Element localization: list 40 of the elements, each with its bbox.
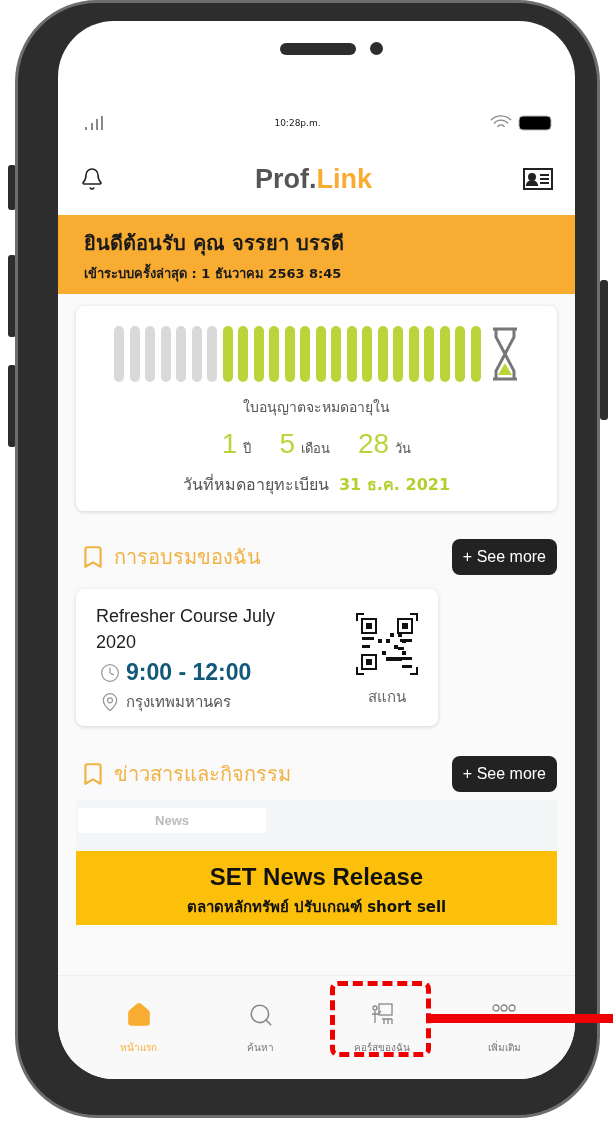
camera-dot [370,42,383,55]
welcome-title: ยินดีต้อนรับ คุณ จรรยา บรรดี [84,230,345,258]
section-title: ข่าวสารและกิจกรรม [114,761,291,789]
id-card-icon[interactable] [523,168,553,190]
scan-label: สแกน [368,687,406,708]
expiry-label: วันที่หมดอายุทะเบียน [182,473,329,497]
home-icon [125,1002,152,1028]
tab-bar-item[interactable]: เพิ่มเติม [459,1002,550,1055]
remaining-unit: วัน [395,440,412,458]
status-time: 10:28p.m. [274,118,321,128]
signal-icon [84,116,106,130]
course-location: กรุงเทพมหานคร [126,692,231,714]
clock-icon [100,662,120,683]
remaining-unit: ปี [243,440,252,458]
expiry-caption: ใบอนุญาตจะหมดอายุใน [243,398,390,418]
news-headline: SET News Release [209,863,424,892]
more-icon [491,1004,518,1012]
tab-bar-item[interactable]: คอร์สของฉัน [337,1002,428,1055]
course-time: 9:00 - 12:00 [126,659,252,687]
course-name: Refresher Course July 2020 [96,605,277,655]
remaining-unit: เดือน [301,440,330,458]
hourglass-icon [490,327,519,381]
section-title: การอบรมของฉัน [114,544,261,571]
search-icon [247,1002,274,1028]
qr-code-icon[interactable] [356,613,418,675]
wifi-battery-icon [489,114,553,132]
see-more-button[interactable]: + See more [451,756,557,793]
last-login-text: เข้าระบบครั้งล่าสุด : 1 ธันวาคม 2563 8:45 [84,263,549,284]
remaining-value: 28 [358,428,390,460]
news-card[interactable]: News SET News Release ตลาดหลักทรัพย์ ปรับเกณฑ์ short sell [76,800,557,926]
location-pin-icon [100,692,120,713]
app-logo: Prof.Link [255,163,372,195]
notification-bell-icon[interactable] [80,167,104,191]
tab-bar-item[interactable]: ค้นหา [215,1002,306,1055]
news-subline: ตลาดหลักทรัพย์ ปรับเกณฑ์ short sell [186,897,447,919]
see-more-button[interactable]: + See more [451,539,557,575]
course-card[interactable]: Refresher Course July 2020 9:00 - 12:00 กรุงเทพมหานคร สแกน [76,589,438,727]
expiry-date: 31 ธ.ค. 2021 [338,474,451,496]
remaining-value: 1 [221,428,238,460]
remaining-value: 5 [279,428,295,460]
